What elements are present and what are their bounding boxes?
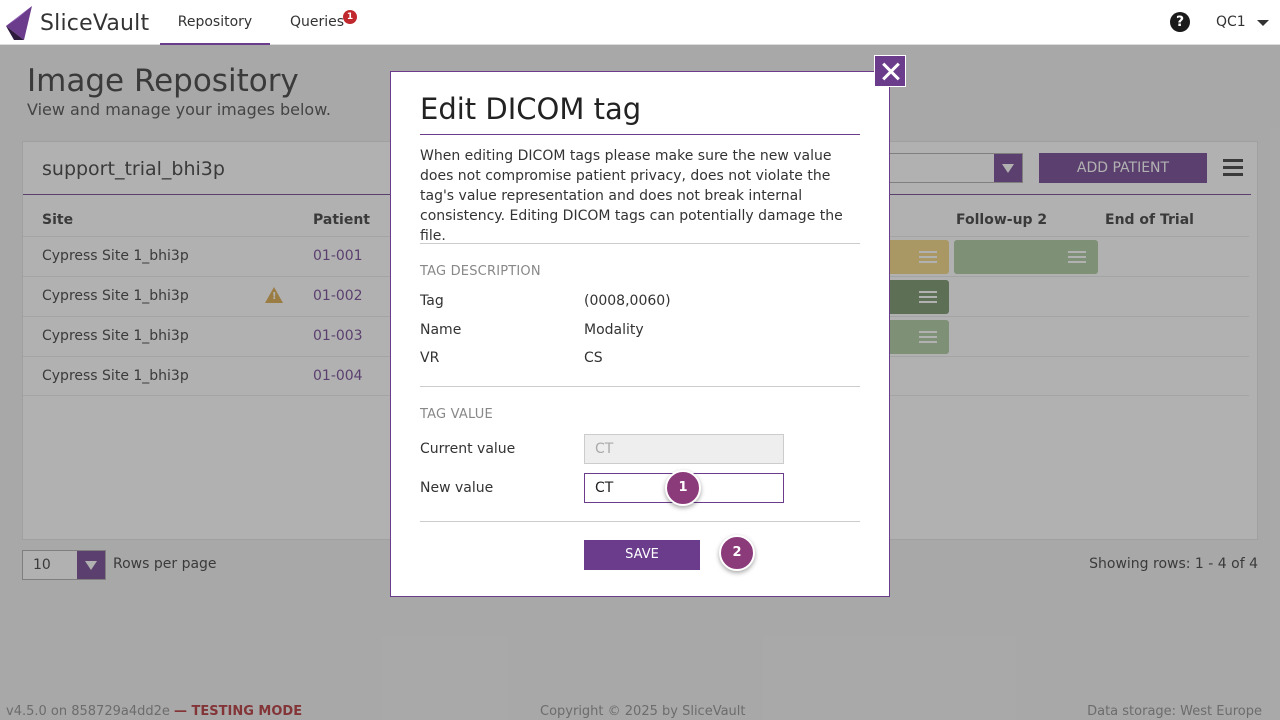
- divider: [420, 521, 860, 522]
- slicevault-logo-icon: [6, 6, 32, 40]
- tab-repository-label: Repository: [177, 14, 253, 30]
- tab-queries[interactable]: Queries 1: [290, 0, 358, 45]
- tag-key: Tag: [420, 293, 444, 309]
- current-value-field: CT: [584, 434, 784, 464]
- chevron-down-icon[interactable]: [1257, 20, 1269, 26]
- title-divider: [420, 134, 860, 135]
- dialog-description: When editing DICOM tags please make sure…: [420, 148, 843, 244]
- step-marker-1: 1: [665, 470, 701, 506]
- top-navbar: SliceVault Repository Queries 1 ? QC1: [0, 0, 1280, 45]
- tag-value: (0008,0060): [584, 293, 671, 309]
- step-marker-2: 2: [719, 535, 755, 571]
- tag-value-heading: TAG VALUE: [420, 407, 493, 422]
- tab-queries-label: Queries: [290, 14, 345, 30]
- new-value-label: New value: [420, 480, 494, 496]
- vr-value: CS: [584, 350, 603, 366]
- queries-count-badge: 1: [343, 10, 358, 24]
- tag-description-heading: TAG DESCRIPTION: [420, 264, 541, 279]
- user-menu[interactable]: QC1: [1216, 0, 1246, 45]
- divider: [420, 243, 860, 244]
- dialog-title: Edit DICOM tag: [420, 92, 642, 126]
- save-button[interactable]: SAVE: [584, 540, 700, 570]
- slicevault-logo[interactable]: SliceVault: [4, 4, 149, 42]
- edit-dicom-tag-dialog: Edit DICOM tag When editing DICOM tags p…: [390, 71, 890, 597]
- divider: [420, 386, 860, 387]
- name-value: Modality: [584, 322, 644, 338]
- app-name: SliceVault: [40, 10, 150, 36]
- current-value-label: Current value: [420, 441, 516, 457]
- tab-repository[interactable]: Repository: [160, 0, 270, 45]
- help-icon[interactable]: ?: [1170, 12, 1190, 32]
- name-key: Name: [420, 322, 462, 338]
- close-icon[interactable]: [874, 55, 906, 87]
- vr-key: VR: [420, 350, 440, 366]
